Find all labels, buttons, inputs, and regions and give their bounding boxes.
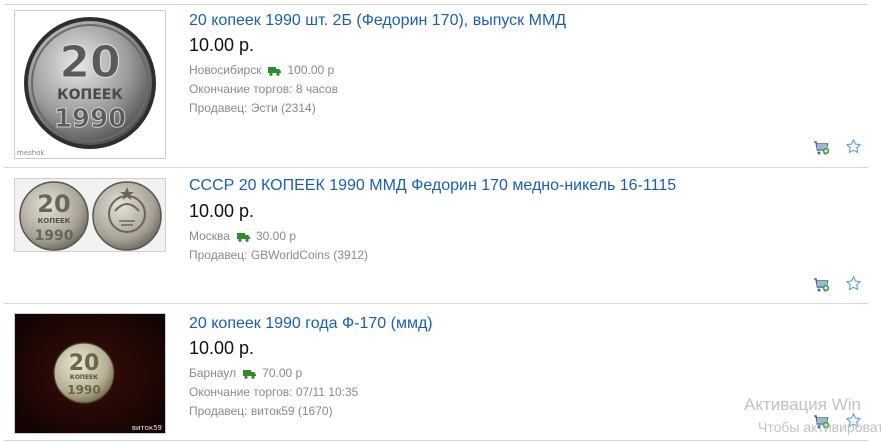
listing-image[interactable]: 20 КОПЕЕК 1990 meshok: [14, 10, 166, 159]
coin-word: КОПЕЕК: [57, 87, 123, 103]
listing-divider: [4, 303, 868, 304]
truck-icon: [243, 368, 257, 382]
star-outline-icon[interactable]: [845, 138, 862, 160]
image-watermark: meshok: [17, 149, 45, 157]
listing-city: Барнаул: [189, 366, 237, 380]
os-activation-watermark-subtitle: Чтобы активироват: [758, 419, 881, 435]
listing-divider: [4, 440, 868, 441]
coin-denomination: 20: [37, 190, 70, 218]
listing-auction-end: Окончание торгов: 8 часов: [189, 82, 338, 96]
coin-year: 1990: [35, 228, 74, 244]
listing-seller[interactable]: Продавец: Эсти (2314): [189, 101, 316, 115]
listing-divider: [4, 167, 868, 168]
listing-image[interactable]: 20 КОПЕЕК 1990: [14, 178, 166, 252]
listing-location-shipping: Барнаул 70.00 р: [189, 366, 302, 382]
listing-seller[interactable]: Продавец: GBWorldCoins (3912): [189, 248, 368, 262]
listing-shipping-cost: 30.00 р: [255, 229, 297, 243]
listing-location-shipping: Москва 30.00 р: [189, 229, 296, 245]
listing-title-link[interactable]: СССР 20 КОПЕЕК 1990 ММД Федорин 170 медн…: [189, 177, 676, 195]
coin-year: 1990: [54, 104, 126, 134]
listing-shipping-cost: 70.00 р: [262, 366, 303, 380]
truck-icon: [236, 231, 250, 245]
coin-year: 1990: [67, 383, 100, 397]
listing-city: Новосибирск: [189, 63, 262, 77]
coin-denomination: 20: [69, 351, 100, 376]
listing-city: Москва: [189, 229, 230, 243]
listing-title-link[interactable]: 20 копеек 1990 шт. 2Б (Федорин 170), вып…: [189, 12, 566, 30]
listing-shipping-cost: 100.00 р: [287, 63, 335, 77]
listing-price: 10.00 р.: [189, 35, 255, 55]
coin-denomination: 20: [59, 37, 120, 88]
coin-word: КОПЕЕК: [38, 217, 71, 225]
listing-location-shipping: Новосибирск 100.00 р: [189, 63, 334, 79]
listing-price: 10.00 р.: [189, 338, 255, 358]
listing-price: 10.00 р.: [189, 201, 255, 221]
image-watermark: виток59: [132, 424, 162, 432]
listing-auction-end: Окончание торгов: 07/11 10:35: [189, 385, 359, 399]
listing-title-link[interactable]: 20 копеек 1990 года Ф-170 (ммд): [189, 315, 433, 333]
add-to-cart-icon[interactable]: [812, 139, 830, 161]
add-to-cart-icon[interactable]: [812, 276, 830, 298]
truck-icon: [268, 65, 282, 79]
listing-top-divider: [4, 4, 868, 5]
star-outline-icon[interactable]: [845, 275, 862, 297]
listing-image[interactable]: 20 КОПЕЕК 1990 виток59: [14, 313, 166, 434]
listing-seller[interactable]: Продавец: виток59 (1670): [189, 404, 333, 418]
os-activation-watermark-title: Активация Win: [744, 395, 861, 414]
coin-word: КОПЕЕК: [70, 374, 98, 381]
